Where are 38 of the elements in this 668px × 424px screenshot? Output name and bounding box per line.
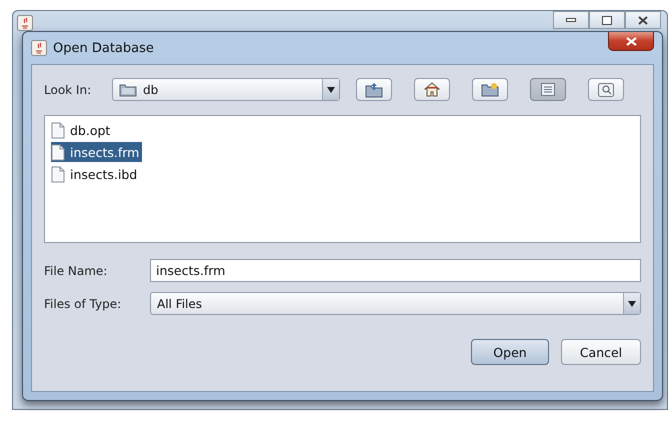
- toolbar-button[interactable]: [356, 78, 392, 101]
- file-name-field[interactable]: insects.frm: [150, 259, 641, 282]
- app-icon: [17, 15, 33, 31]
- folder-up-icon: [365, 82, 383, 98]
- toolbar-button[interactable]: [588, 78, 624, 101]
- dialog-close-button[interactable]: [608, 32, 654, 51]
- toolbar-button[interactable]: [414, 78, 450, 101]
- cancel-button[interactable]: Cancel: [561, 339, 641, 365]
- maximize-button[interactable]: [589, 11, 625, 29]
- dialog-icon: [31, 40, 47, 56]
- details-view-icon: [598, 82, 614, 96]
- files-of-type-label: Files of Type:: [44, 296, 122, 310]
- home-icon: [424, 82, 440, 97]
- close-icon: [626, 36, 636, 46]
- open-button[interactable]: Open: [471, 339, 549, 365]
- close-button[interactable]: [625, 11, 661, 29]
- toolbar-button[interactable]: [472, 78, 508, 101]
- file-item[interactable]: insects.frm: [51, 142, 142, 162]
- file-icon: [51, 144, 65, 160]
- toolbar-button[interactable]: [530, 78, 566, 101]
- caret-icon: [628, 300, 636, 306]
- look-in-label: Look In:: [44, 82, 92, 96]
- minimize-button[interactable]: [553, 11, 589, 29]
- file-name-label: File Name:: [44, 264, 108, 278]
- minimize-icon: [566, 18, 576, 22]
- look-in-dropdown[interactable]: db: [112, 78, 340, 101]
- file-icon: [51, 122, 65, 138]
- close-icon: [638, 16, 648, 24]
- maximize-icon: [602, 16, 612, 24]
- file-item[interactable]: db.opt: [51, 120, 114, 140]
- file-item[interactable]: insects.ibd: [51, 164, 140, 184]
- file-icon: [51, 166, 65, 182]
- dialog-title: Open Database: [53, 40, 154, 56]
- new-folder-icon: [481, 82, 499, 97]
- folder-icon: [119, 82, 137, 96]
- file-type-dropdown[interactable]: All Files: [150, 292, 641, 315]
- caret-icon: [327, 86, 335, 92]
- list-view-icon: [541, 83, 555, 96]
